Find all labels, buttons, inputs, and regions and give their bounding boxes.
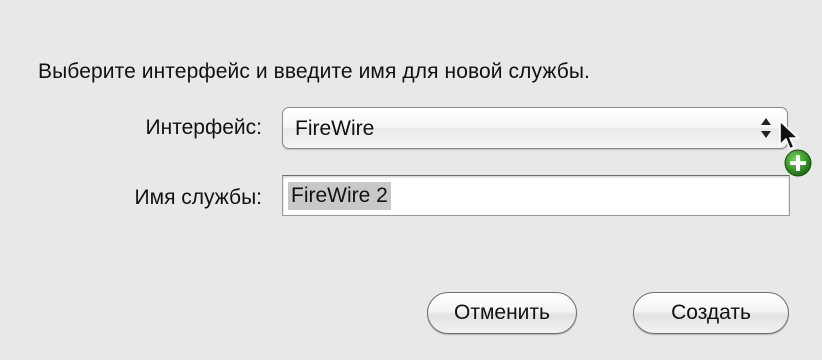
service-name-label: Имя службы:: [134, 186, 262, 209]
up-down-arrows-icon: [761, 118, 771, 138]
service-name-selected-text: FireWire 2: [288, 182, 391, 210]
green-plus-icon: [784, 149, 812, 177]
interface-popup[interactable]: FireWire: [282, 107, 788, 149]
instruction-text: Выберите интерфейс и введите имя для нов…: [38, 60, 590, 83]
cancel-button[interactable]: Отменить: [427, 292, 577, 334]
create-button[interactable]: Создать: [633, 292, 789, 334]
interface-popup-value: FireWire: [295, 117, 375, 140]
interface-label: Интерфейс:: [145, 116, 262, 139]
new-service-dialog: Выберите интерфейс и введите имя для нов…: [0, 0, 822, 360]
service-name-field[interactable]: FireWire 2: [282, 175, 790, 216]
